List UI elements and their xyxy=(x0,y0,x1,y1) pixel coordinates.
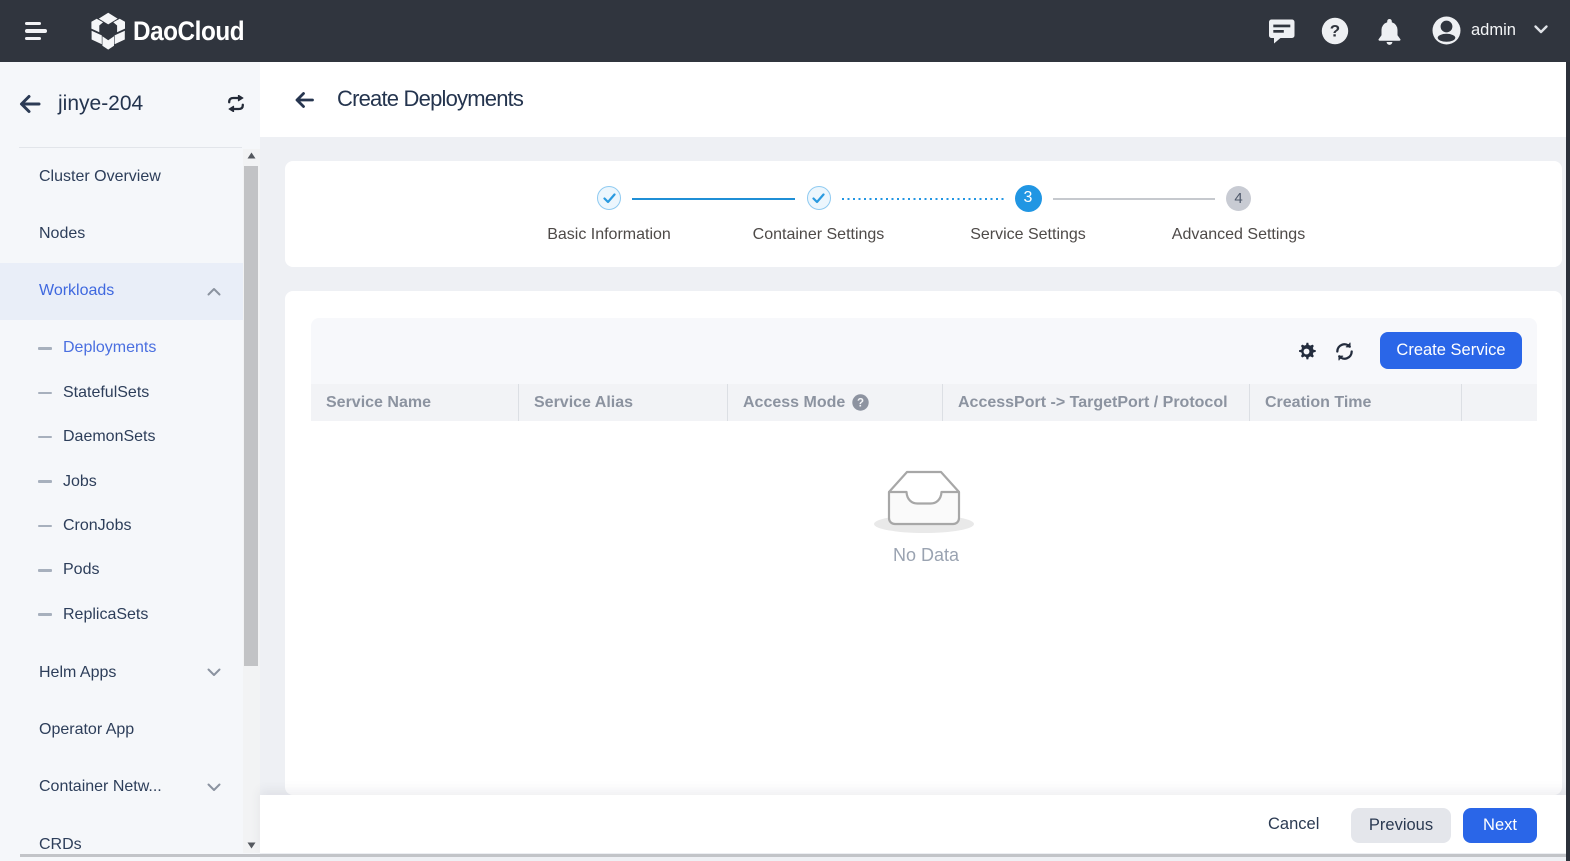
svg-text:?: ? xyxy=(857,398,864,410)
svg-text:?: ? xyxy=(1330,22,1340,41)
